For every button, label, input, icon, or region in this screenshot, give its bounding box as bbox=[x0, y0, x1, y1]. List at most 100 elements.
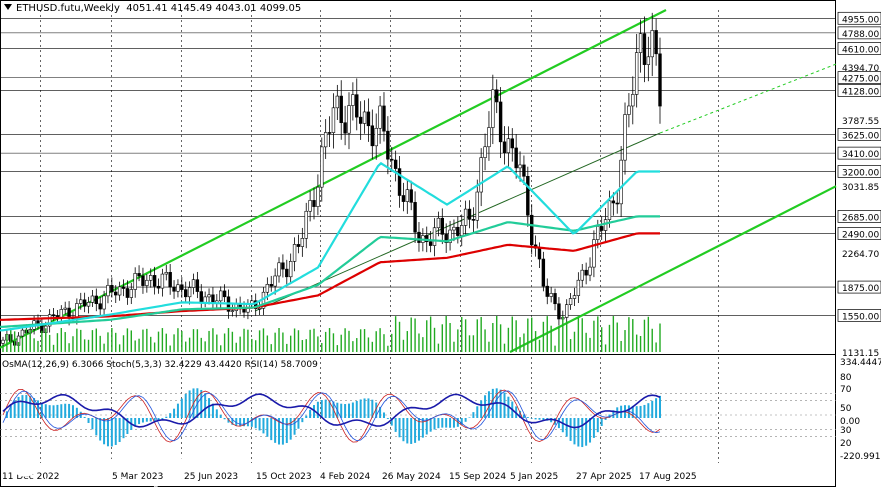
ohlc-values: 4051.41 4145.49 4043.01 4099.05 bbox=[126, 3, 302, 14]
osc-axis-label: -220.9913 bbox=[840, 452, 881, 462]
candle bbox=[634, 33, 639, 108]
candle-body bbox=[483, 146, 487, 158]
candle bbox=[300, 227, 305, 257]
candle-body bbox=[152, 275, 157, 287]
candle-body bbox=[506, 138, 511, 154]
candle-body bbox=[522, 164, 526, 177]
candle bbox=[638, 19, 643, 73]
candle-body bbox=[117, 286, 122, 296]
candle-body bbox=[285, 268, 289, 278]
candle-body bbox=[191, 279, 196, 288]
candle-body bbox=[343, 122, 347, 134]
candle bbox=[238, 296, 242, 315]
candle bbox=[164, 264, 168, 281]
candle-body bbox=[106, 285, 110, 297]
candle bbox=[483, 133, 487, 171]
candle-body bbox=[312, 200, 316, 207]
candle-body bbox=[20, 329, 25, 337]
candle-body bbox=[479, 157, 483, 193]
candle-body bbox=[168, 272, 172, 288]
candle bbox=[417, 222, 421, 252]
candle bbox=[545, 278, 549, 305]
candle-body bbox=[413, 202, 417, 233]
price-axis-label: 4788.00 bbox=[842, 30, 879, 40]
candle bbox=[145, 274, 149, 293]
candle-body bbox=[296, 244, 301, 247]
price-axis-label: 4128.00 bbox=[842, 87, 879, 97]
candle bbox=[211, 287, 215, 309]
candle bbox=[409, 180, 413, 211]
candle bbox=[82, 292, 87, 313]
candle bbox=[176, 279, 180, 298]
x-tick-label: 27 Apr 2025 bbox=[576, 472, 632, 482]
symbol-label: ETHUSD.futu,Weekly bbox=[16, 3, 120, 14]
collapse-arrow-icon[interactable] bbox=[4, 4, 12, 10]
candle-body bbox=[79, 299, 83, 304]
candle bbox=[432, 218, 437, 257]
candle bbox=[187, 281, 192, 305]
candle-body bbox=[292, 244, 297, 262]
candle-body bbox=[327, 132, 332, 134]
candle bbox=[180, 277, 184, 298]
candle-body bbox=[634, 52, 639, 95]
x-tick-label: 15 Oct 2023 bbox=[256, 472, 312, 482]
candle-body bbox=[273, 275, 277, 287]
candle bbox=[331, 93, 336, 149]
candle-body bbox=[409, 189, 413, 203]
candle-body bbox=[374, 127, 378, 147]
candle bbox=[47, 309, 52, 333]
candle-body bbox=[82, 299, 87, 307]
candle-body bbox=[351, 94, 355, 106]
candle-body bbox=[588, 266, 592, 276]
candle-body bbox=[627, 105, 631, 115]
price-axis-label: 1550.00 bbox=[842, 312, 879, 322]
candle-body bbox=[335, 95, 340, 109]
candle bbox=[646, 36, 651, 82]
trend-projection-line bbox=[659, 63, 837, 134]
candle-body bbox=[491, 89, 495, 128]
candle-body bbox=[417, 231, 421, 243]
candle-body bbox=[510, 138, 514, 149]
candle bbox=[564, 299, 569, 325]
candle bbox=[576, 272, 581, 304]
candle bbox=[592, 230, 596, 278]
chart-frame bbox=[0, 0, 836, 487]
candle-body bbox=[94, 295, 99, 304]
candle-body bbox=[110, 285, 114, 293]
candle bbox=[63, 301, 67, 315]
candle-body bbox=[203, 296, 207, 303]
candle-body bbox=[502, 141, 507, 154]
candle bbox=[184, 281, 188, 303]
candle-body bbox=[269, 284, 273, 287]
chart-area: 4955.004788.004610.004394.704275.004128.… bbox=[0, 0, 881, 487]
instaforex-logo-icon bbox=[10, 447, 40, 477]
ma-mid-line bbox=[0, 215, 660, 328]
candle-body bbox=[288, 261, 293, 278]
candle-body bbox=[137, 273, 141, 277]
osc-axis-label: 30 bbox=[840, 426, 852, 436]
stoch-main-line bbox=[2, 390, 661, 442]
candle bbox=[308, 190, 312, 222]
candle-body bbox=[323, 132, 328, 148]
candle-body bbox=[463, 208, 468, 226]
price-axis-label: 2264.70 bbox=[842, 250, 879, 260]
candle-body bbox=[623, 114, 627, 161]
brand-watermark: instaforex Instant Forex Trading bbox=[6, 445, 214, 488]
candle bbox=[90, 290, 95, 307]
candle-body bbox=[308, 200, 312, 212]
candle bbox=[106, 278, 110, 304]
candle-body bbox=[370, 125, 375, 147]
candle bbox=[203, 291, 207, 308]
indicator-header: OsMA(12,26,9) 6.3066 Stoch(5,3,3) 32.422… bbox=[2, 360, 318, 370]
candle-body bbox=[545, 285, 549, 297]
candle-body bbox=[568, 298, 573, 305]
candle bbox=[436, 211, 441, 237]
candle bbox=[304, 202, 308, 249]
candle bbox=[230, 304, 235, 317]
candle-body bbox=[537, 247, 542, 260]
candle-body bbox=[316, 186, 320, 207]
candle-body bbox=[518, 164, 522, 169]
candle bbox=[98, 296, 102, 316]
candle bbox=[580, 263, 584, 288]
candle bbox=[397, 155, 402, 208]
